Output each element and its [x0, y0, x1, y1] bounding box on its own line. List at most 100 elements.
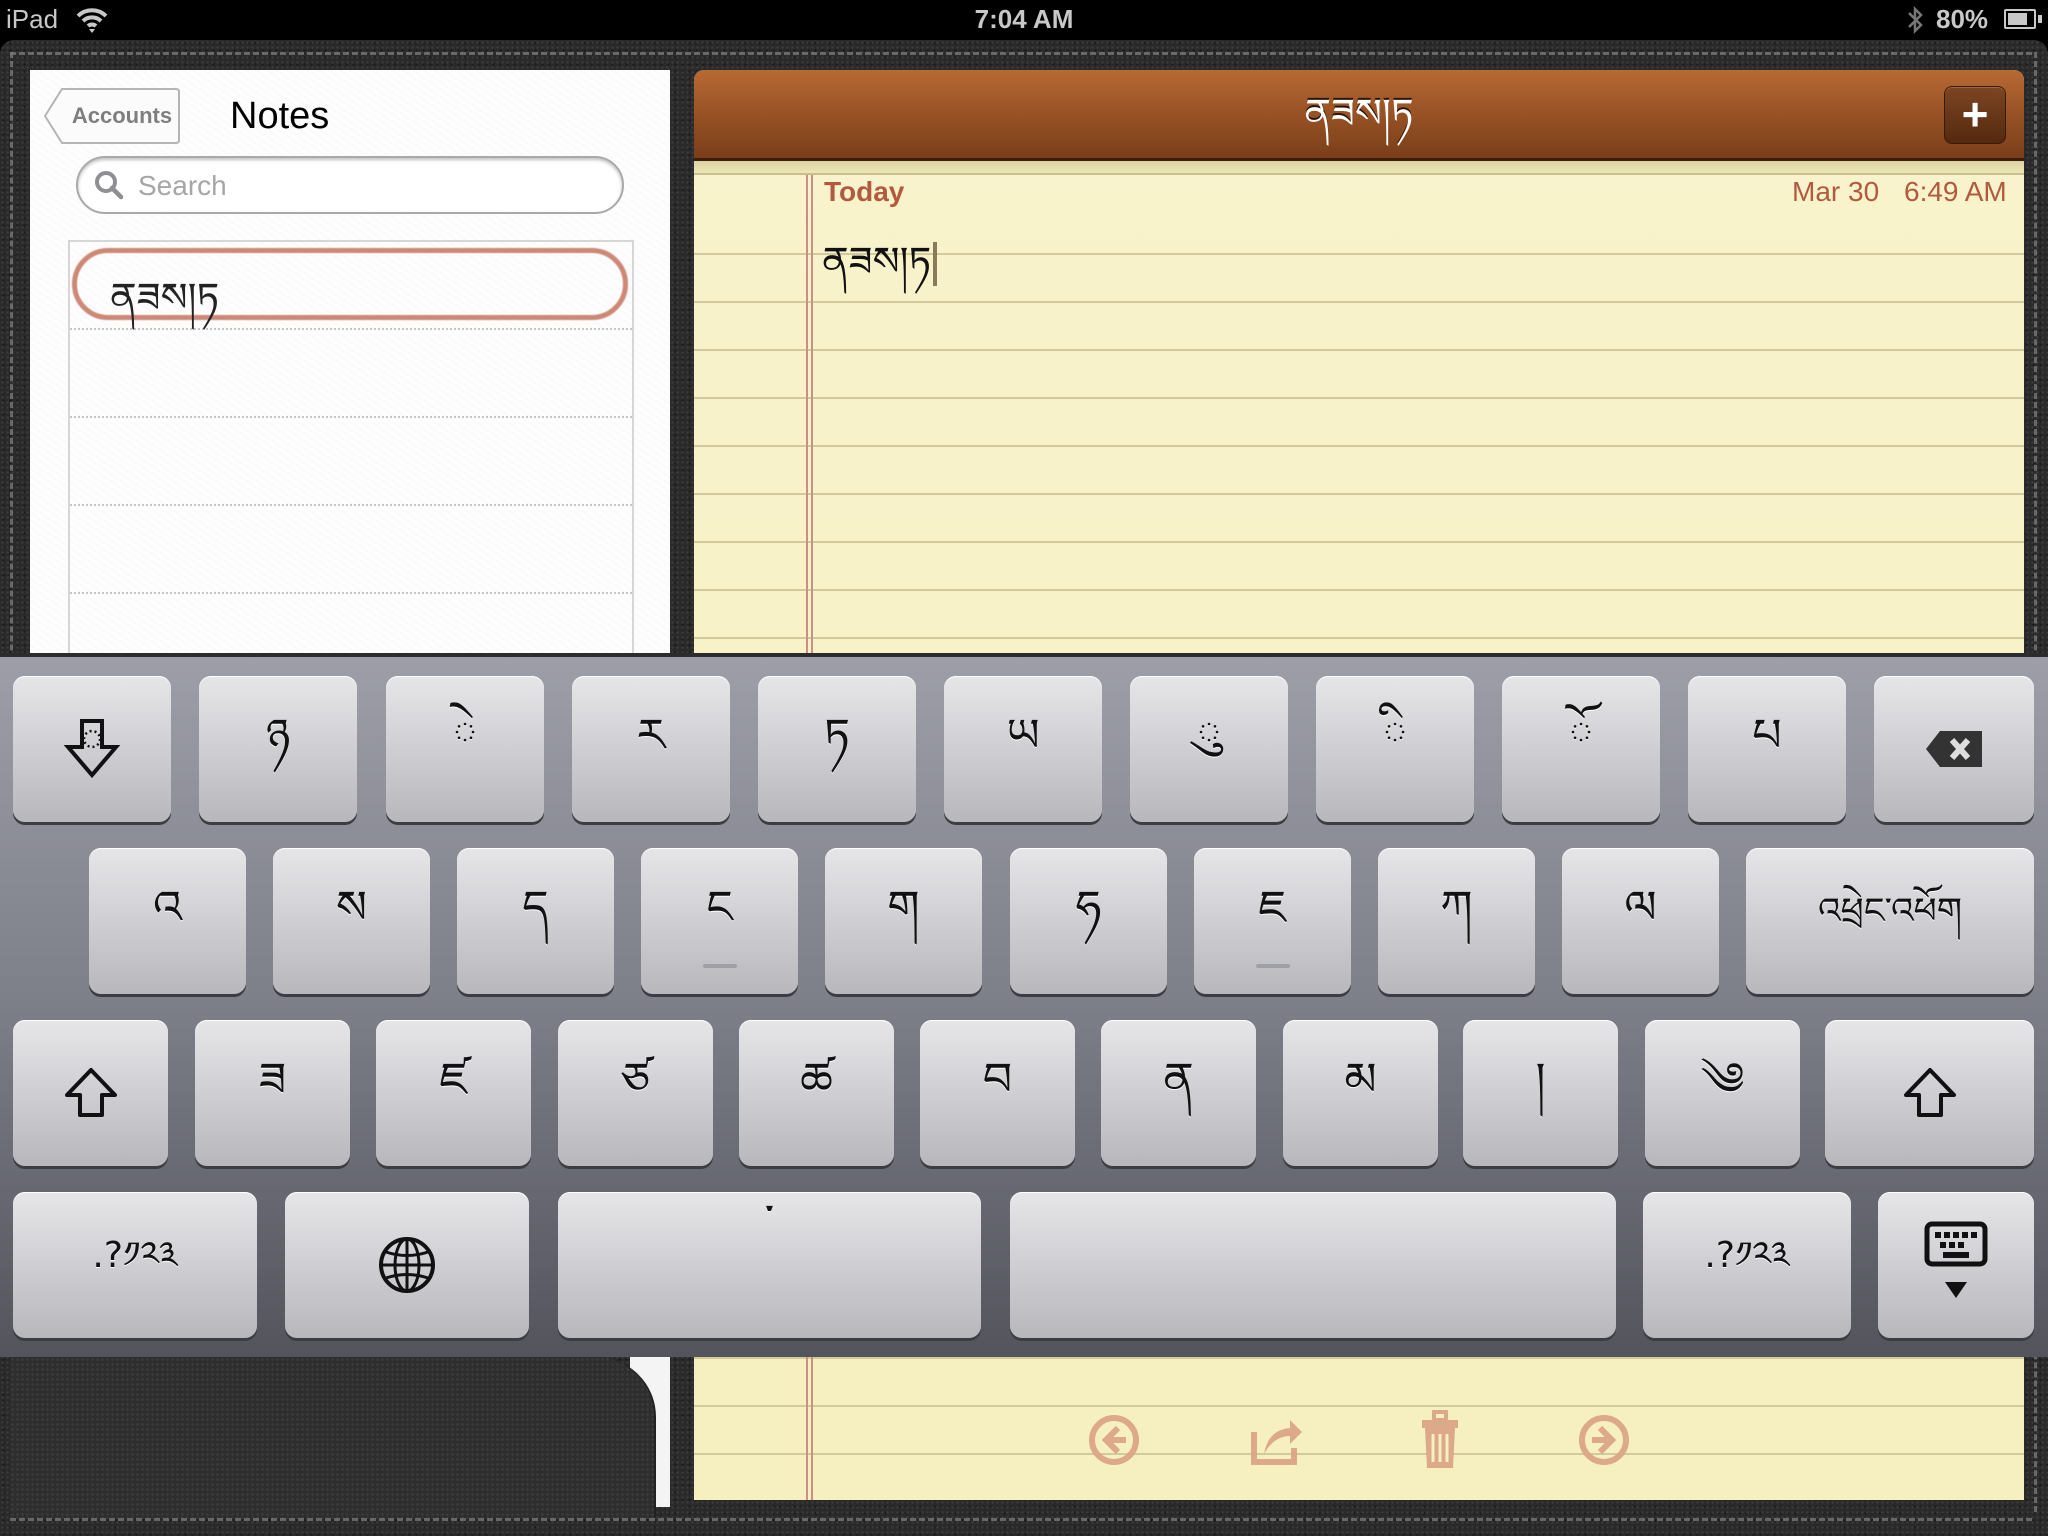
- battery-tip: [2038, 15, 2042, 23]
- note-toolbar: [694, 1410, 2024, 1490]
- battery-icon: [2004, 9, 2036, 29]
- bluetooth-icon: [1908, 5, 1923, 35]
- torn-paper-edge: [694, 161, 2024, 175]
- key-ད[interactable]: ད: [457, 848, 614, 994]
- notes-list-panel: Accounts Notes ནཟས།ཏ: [30, 70, 670, 653]
- key-label: ས: [335, 879, 368, 934]
- key-ཚ[interactable]: ཚ: [739, 1020, 894, 1166]
- ruled-line: [694, 637, 2024, 639]
- key-label: ༄: [1700, 1051, 1745, 1106]
- text-cursor: [933, 242, 938, 286]
- key-ཧ[interactable]: ཧ: [1010, 848, 1167, 994]
- key-ཇ[interactable]: ཇ: [1194, 848, 1351, 994]
- delete-key[interactable]: [1874, 676, 2034, 822]
- key-ཟ[interactable]: ཟ: [195, 1020, 350, 1166]
- key-ཉ[interactable]: ཉ: [199, 676, 357, 822]
- key-label: ◌ུ: [1196, 707, 1222, 762]
- key-ཡ[interactable]: ཡ: [944, 676, 1102, 822]
- shift-key-left[interactable]: [13, 1020, 168, 1166]
- key-ཙ[interactable]: ཙ: [558, 1020, 713, 1166]
- space-key[interactable]: [1010, 1192, 1616, 1338]
- key-label: བ: [982, 1051, 1013, 1106]
- key-མ[interactable]: མ: [1283, 1020, 1438, 1166]
- key-◌ུ[interactable]: ◌ུ: [1130, 676, 1288, 822]
- key-label: ར: [636, 707, 666, 762]
- search-input[interactable]: [136, 164, 610, 208]
- accounts-back-button[interactable]: Accounts: [44, 88, 180, 144]
- arrow-right-circle-icon[interactable]: [1574, 1410, 1634, 1470]
- numbers-key-left[interactable]: .?༡༢༣: [13, 1192, 257, 1338]
- key-◌ོ[interactable]: ◌ོ: [1502, 676, 1660, 822]
- shift-key-right[interactable]: [1825, 1020, 2034, 1166]
- key-ལ[interactable]: ལ: [1562, 848, 1719, 994]
- key-༄[interactable]: ༄: [1645, 1020, 1800, 1166]
- empty-list-row: [70, 506, 632, 594]
- battery-percent: 80%: [1936, 4, 1989, 34]
- key-བ[interactable]: བ: [920, 1020, 1075, 1166]
- leather-pocket: [10, 1357, 656, 1517]
- share-icon[interactable]: [1246, 1410, 1306, 1470]
- key-།[interactable]: །: [1463, 1020, 1618, 1166]
- arrow-left-circle-icon[interactable]: [1084, 1410, 1144, 1470]
- key-label: ཚ: [800, 1051, 833, 1106]
- key-label: མ: [1344, 1051, 1377, 1106]
- numbers-key-right[interactable]: .?༡༢༣: [1643, 1192, 1851, 1338]
- note-date: Mar 30: [1792, 176, 1880, 207]
- notes-list: ནཟས།ཏ: [68, 240, 634, 653]
- key-ཏ[interactable]: ཏ: [758, 676, 916, 822]
- note-body-content: ནཟས།ཏ: [822, 239, 932, 285]
- key-label: ཏ: [823, 707, 851, 762]
- key-label: ◌ེ: [452, 707, 478, 762]
- ruled-line: [694, 541, 2024, 543]
- key-label: ཡ: [1006, 707, 1040, 762]
- key-འ[interactable]: འ: [89, 848, 246, 994]
- key-label: ན: [1163, 1051, 1194, 1106]
- key-label: ཙ: [620, 1051, 651, 1106]
- key-label: །: [1535, 1051, 1546, 1106]
- key-label: འཕྲེང་འཕོག: [1817, 891, 1963, 932]
- key-label: ཛ: [439, 1051, 468, 1106]
- hide-keyboard-key[interactable]: [1878, 1192, 2034, 1338]
- ruled-line: [694, 493, 2024, 495]
- key-ས[interactable]: ས: [273, 848, 430, 994]
- key-པ[interactable]: པ: [1688, 676, 1846, 822]
- keyboard-hide-icon: [1921, 1220, 1991, 1310]
- trash-icon[interactable]: [1410, 1410, 1470, 1470]
- empty-list-row: [70, 330, 632, 418]
- key-ཀ[interactable]: ཀ: [1378, 848, 1535, 994]
- key-label: པ: [1752, 707, 1782, 762]
- key-ཛ[interactable]: ཛ: [376, 1020, 531, 1166]
- add-note-button[interactable]: +: [1944, 86, 2006, 144]
- return-key[interactable]: འཕྲེང་འཕོག: [1746, 848, 2034, 994]
- key-ར[interactable]: ར: [572, 676, 730, 822]
- key-ང[interactable]: ང: [641, 848, 798, 994]
- key-◌ེ[interactable]: ◌ེ: [386, 676, 544, 822]
- tsheg-key[interactable]: ་: [558, 1192, 981, 1338]
- home-row-marker: [1255, 964, 1290, 968]
- stitching-top: [10, 52, 2032, 55]
- search-icon: [95, 171, 124, 200]
- search-field[interactable]: [76, 156, 624, 214]
- note-body-text[interactable]: ནཟས།ཏ: [822, 216, 938, 329]
- status-time: 7:04 AM: [974, 4, 1074, 34]
- key-label: ཧ: [1075, 879, 1102, 934]
- shift-icon: [1902, 1067, 1958, 1119]
- key-◌ི[interactable]: ◌ི: [1316, 676, 1474, 822]
- subjoin-key[interactable]: [13, 676, 171, 822]
- back-button-label: Accounts: [71, 103, 173, 128]
- ruled-line: [694, 445, 2024, 447]
- key-label: .?༡༢༣: [92, 1235, 178, 1276]
- key-label: འ: [153, 879, 182, 934]
- note-header-bar: ནཟས།ཏ +: [694, 70, 2024, 161]
- note-time: 6:49 AM: [1904, 176, 2007, 207]
- key-label: ཟ: [258, 1051, 287, 1106]
- key-ན[interactable]: ན: [1101, 1020, 1256, 1166]
- key-ག[interactable]: ག: [825, 848, 982, 994]
- subjoin-arrow-icon: [60, 717, 124, 781]
- note-list-item[interactable]: ནཟས།ཏ: [70, 242, 632, 330]
- key-label: .?༡༢༣: [1704, 1235, 1790, 1276]
- status-bar: iPad 7:04 AM 80%: [0, 0, 2048, 40]
- home-row-marker: [702, 964, 737, 968]
- globe-key[interactable]: [285, 1192, 529, 1338]
- ruled-line: [694, 589, 2024, 591]
